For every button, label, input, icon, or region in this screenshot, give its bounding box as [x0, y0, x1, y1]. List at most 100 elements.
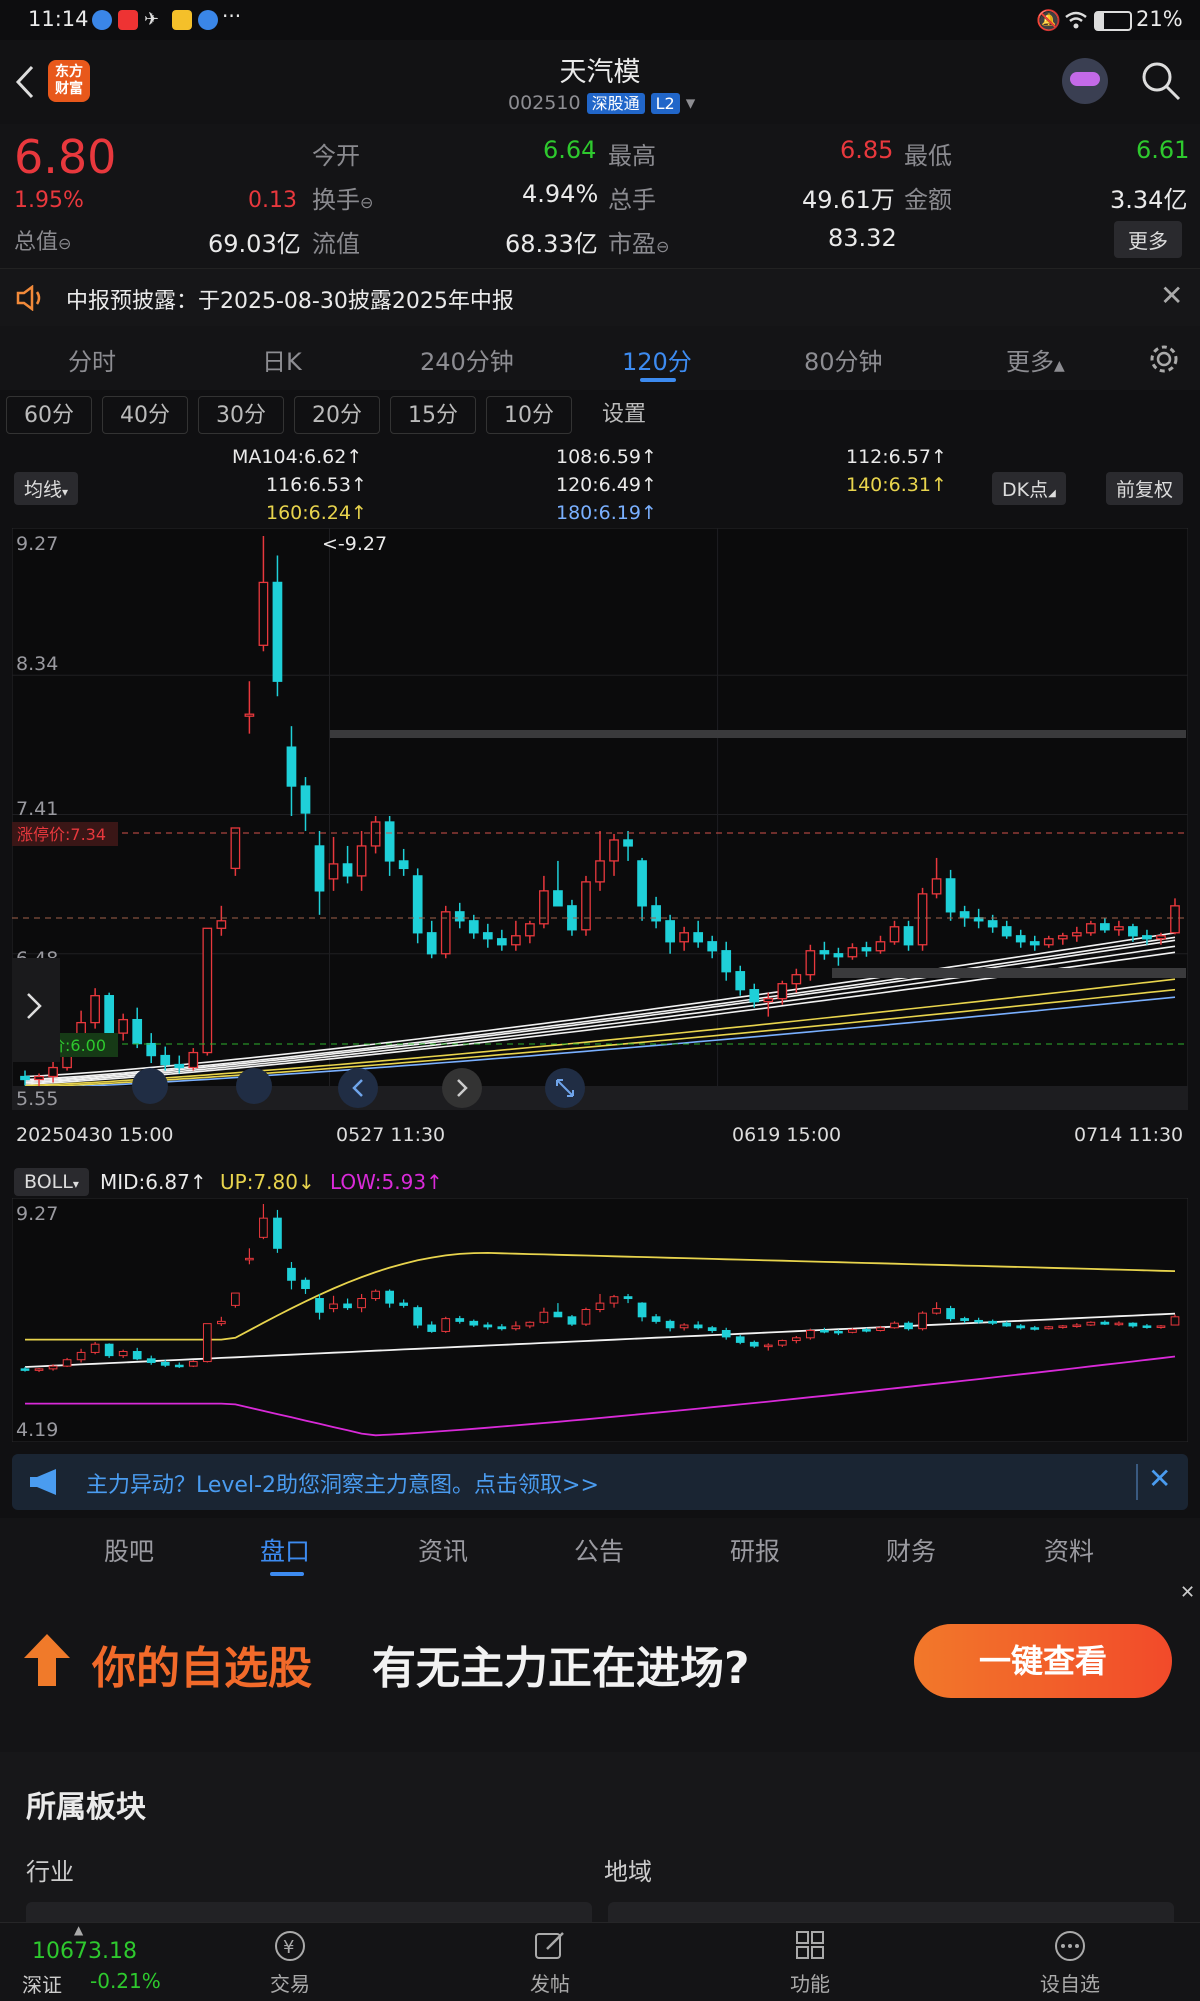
nav-post[interactable]: 发帖 — [510, 1929, 590, 1997]
tab-research[interactable]: 研报 — [730, 1532, 780, 1568]
ma108-label: 108:6.59↑ — [556, 446, 657, 468]
amount-value: 3.34亿 — [1110, 186, 1188, 214]
boll-candle-body — [343, 1303, 352, 1309]
subtab-settings[interactable]: 设置 — [584, 396, 664, 434]
chevron-up-icon[interactable]: ▲ — [74, 1923, 83, 1937]
tab-profile[interactable]: 资料 — [1044, 1532, 1094, 1568]
subtab-30min[interactable]: 30分 — [198, 396, 284, 434]
industry-card[interactable] — [26, 1902, 592, 1922]
close-icon[interactable]: ✕ — [1180, 1582, 1195, 1603]
float-cap-value: 68.33亿 — [505, 230, 598, 258]
gear-icon[interactable] — [1148, 343, 1180, 375]
tab-240min[interactable]: 240分钟 — [420, 342, 514, 377]
boll-candle-body — [553, 1311, 563, 1318]
battery-icon — [1094, 11, 1132, 31]
candle-body — [959, 911, 970, 919]
boll-candle-body — [216, 1320, 226, 1325]
active-tab-indicator — [640, 378, 676, 382]
boll-candle-body — [567, 1316, 577, 1325]
index-value[interactable]: 10673.18 — [32, 1939, 137, 1964]
subtab-15min[interactable]: 15分 — [390, 396, 476, 434]
nav-functions[interactable]: 功能 — [770, 1929, 850, 1997]
chevron-right-icon[interactable] — [442, 1068, 482, 1108]
subtab-60min[interactable]: 60分 — [6, 396, 92, 434]
boll-candle-body — [315, 1298, 324, 1313]
subtab-10min[interactable]: 10分 — [486, 396, 572, 434]
kline-chart[interactable]: 9.27 8.34 7.41 6.48 5.55 <-9.27 涨停价:7.34… — [12, 528, 1188, 1110]
y-tick-9-27: 9.27 — [16, 533, 58, 555]
tab-announcements[interactable]: 公告 — [574, 1532, 624, 1568]
tab-financials[interactable]: 财务 — [886, 1532, 936, 1568]
ma120-label: 120:6.49↑ — [556, 474, 657, 496]
ad-view-button[interactable]: 一键查看 — [914, 1624, 1172, 1698]
candle-body — [412, 875, 423, 934]
robot-assistant-icon[interactable] — [1062, 58, 1108, 104]
candle-body — [230, 827, 241, 870]
candle-body — [468, 920, 479, 934]
dk-point-button[interactable]: DK点◢ — [992, 472, 1066, 505]
tab-pankou[interactable]: 盘口 — [260, 1532, 310, 1568]
boll-candle-body — [1170, 1316, 1180, 1326]
boll-candle-body — [1156, 1325, 1166, 1328]
candle-body — [384, 821, 395, 862]
candle-body — [693, 932, 704, 943]
candle-body — [665, 920, 675, 943]
price-adjust-button[interactable]: 前复权 — [1106, 472, 1184, 505]
more-button[interactable]: 更多 — [1114, 221, 1182, 258]
ad-text: 有无主力正在进场? — [372, 1643, 750, 1694]
boll-candle-body — [259, 1217, 268, 1238]
svg-text:¥: ¥ — [283, 1937, 294, 1958]
candle-body — [609, 839, 619, 862]
boll-candle-body — [329, 1303, 338, 1310]
high-value: 6.85 — [840, 136, 894, 164]
tab-guba[interactable]: 股吧 — [104, 1532, 154, 1568]
boll-candle-body — [525, 1321, 535, 1327]
chevron-left-icon[interactable] — [338, 1068, 378, 1108]
boll-candle-body — [735, 1336, 745, 1343]
region-card[interactable] — [608, 1902, 1174, 1922]
candle-body — [34, 1075, 44, 1081]
low-label: 最低 — [904, 142, 952, 170]
nav-trade[interactable]: ¥ 交易 — [250, 1929, 330, 1997]
divider — [1136, 1464, 1138, 1500]
notice-bar[interactable]: 中报预披露：于2025-08-30披露2025年中报 ✕ — [0, 268, 1200, 328]
candle-body — [987, 920, 998, 928]
edit-icon — [535, 1932, 564, 1959]
y-tick-7-41: 7.41 — [16, 798, 58, 820]
tab-daily-k[interactable]: 日K — [262, 342, 302, 377]
candle-body — [791, 974, 802, 985]
candle-body — [763, 998, 774, 1003]
zoom-in-icon[interactable] — [236, 1068, 272, 1104]
bottom-nav: ▲ 10673.18 深证 -0.21% ¥ 交易 发帖 功能 设自选 — [0, 1922, 1200, 2001]
boll-candle-body — [960, 1318, 969, 1321]
close-icon[interactable]: ✕ — [1160, 279, 1183, 312]
search-icon[interactable] — [1140, 60, 1182, 102]
indicator-selector[interactable]: BOLL▾ — [14, 1168, 89, 1196]
candle-body — [104, 995, 115, 1034]
tab-news[interactable]: 资讯 — [418, 1532, 468, 1568]
turnover-label: 换手⊖ — [312, 186, 374, 214]
period-tabs: 分时 日K 240分钟 120分 80分钟 更多▲ — [0, 326, 1200, 390]
boll-candle-body — [357, 1298, 366, 1309]
candle-body — [945, 878, 956, 913]
boll-chart[interactable]: 9.27 4.19 — [12, 1198, 1188, 1442]
boll-candle-body — [721, 1330, 731, 1338]
level2-promo-banner[interactable]: 主力异动？Level-2助您洞察主力意图。点击领取>> ✕ — [12, 1454, 1188, 1510]
tab-more[interactable]: 更多▲ — [1006, 342, 1065, 377]
zoom-out-icon[interactable] — [132, 1068, 168, 1104]
ma-selector[interactable]: 均线▾ — [14, 472, 79, 505]
close-icon[interactable]: ✕ — [1148, 1462, 1171, 1495]
boll-candle-body — [231, 1292, 240, 1306]
boll-candle-body — [707, 1327, 717, 1332]
stock-code-row[interactable]: 002510 深股通 L2 ▾ — [508, 90, 695, 114]
tab-120min[interactable]: 120分 — [622, 342, 692, 377]
subtab-40min[interactable]: 40分 — [102, 396, 188, 434]
ad-banner[interactable]: ✕ 你的自选股 有无主力正在进场? 一键查看 — [0, 1582, 1200, 1752]
nav-add-watchlist[interactable]: 设自选 — [1030, 1929, 1110, 1997]
tab-intraday[interactable]: 分时 — [68, 342, 116, 377]
tab-80min[interactable]: 80分钟 — [804, 342, 883, 377]
change-percent: 1.95% — [14, 188, 84, 213]
subtab-20min[interactable]: 20分 — [294, 396, 380, 434]
turnover-value: 4.94% — [522, 180, 599, 208]
boll-candle-body — [974, 1319, 984, 1323]
